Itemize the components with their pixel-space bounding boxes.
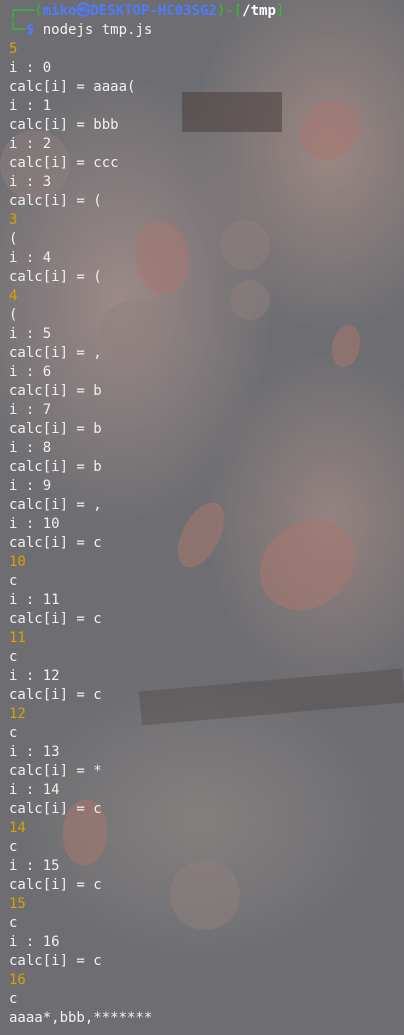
output-number-line: 3	[9, 212, 18, 228]
output-line: i : 6	[9, 364, 52, 380]
output-line: i : 4	[9, 250, 52, 266]
prompt-dollar-sign: $	[25, 22, 35, 38]
output-line: i : 2	[9, 136, 52, 152]
output-line: c	[9, 915, 18, 931]
terminal-window[interactable]: ┌──(miko㉿DESKTOP-HC03SG2)-[/tmp] └─$ nod…	[0, 0, 404, 1035]
output-line: c	[9, 573, 18, 589]
output-line: calc[i] = c	[9, 953, 102, 969]
output-line: (	[9, 307, 18, 323]
output-line: calc[i] = b	[9, 383, 102, 399]
output-line: (	[9, 231, 18, 247]
prompt-user-host: miko㉿DESKTOP-HC03SG2	[42, 3, 217, 19]
output-line: i : 5	[9, 326, 52, 342]
output-line: calc[i] = b	[9, 421, 102, 437]
prompt-bracket-close: ]	[275, 3, 285, 19]
output-line: i : 8	[9, 440, 52, 456]
output-line: calc[i] = c	[9, 611, 102, 627]
output-line: calc[i] = c	[9, 687, 102, 703]
output-line: calc[i] = ccc	[9, 155, 119, 171]
output-line: i : 15	[9, 858, 60, 874]
output-line: calc[i] = c	[9, 535, 102, 551]
output-line: c	[9, 839, 18, 855]
output-line: calc[i] = aaaa(	[9, 79, 136, 95]
prompt-command: nodejs tmp.js	[42, 22, 153, 38]
prompt-separator: )-[	[216, 3, 243, 19]
output-line: i : 1	[9, 98, 52, 114]
prompt-corner-top: ┌──(	[9, 3, 43, 19]
output-line: calc[i] = ,	[9, 497, 102, 513]
output-number-line: 15	[9, 896, 26, 912]
output-number-line: 14	[9, 820, 26, 836]
output-line: calc[i] = (	[9, 269, 102, 285]
prompt-header-line: ┌──(miko㉿DESKTOP-HC03SG2)-[/tmp]	[9, 2, 404, 21]
output-line: i : 13	[9, 744, 60, 760]
output-number-line: 5	[9, 41, 18, 57]
output-line: calc[i] = b	[9, 459, 102, 475]
output-number-line: 11	[9, 630, 26, 646]
output-line: i : 10	[9, 516, 60, 532]
output-line: i : 3	[9, 174, 52, 190]
output-line: i : 9	[9, 478, 52, 494]
output-number-line: 4	[9, 288, 18, 304]
prompt-corner-bottom: └─	[9, 22, 26, 38]
output-line: calc[i] = bbb	[9, 117, 119, 133]
terminal-output: 5 i : 0 calc[i] = aaaa( i : 1 calc[i] = bbb i…	[9, 40, 404, 1028]
output-line: c	[9, 991, 18, 1007]
output-number-line: 16	[9, 972, 26, 988]
prompt-command-line: └─$ nodejs tmp.js	[9, 21, 404, 40]
output-number-line: 10	[9, 554, 26, 570]
output-line: c	[9, 649, 18, 665]
output-line: i : 16	[9, 934, 60, 950]
output-line: i : 12	[9, 668, 60, 684]
output-line: i : 14	[9, 782, 60, 798]
output-line: c	[9, 725, 18, 741]
output-line: aaaa*,bbb,*******	[9, 1010, 153, 1026]
output-line: i : 11	[9, 592, 60, 608]
output-line: calc[i] = (	[9, 193, 102, 209]
output-number-line: 12	[9, 706, 26, 722]
prompt-path: /tmp	[242, 3, 276, 19]
output-line: calc[i] = c	[9, 877, 102, 893]
output-line: i : 7	[9, 402, 52, 418]
output-line: calc[i] = *	[9, 763, 102, 779]
output-line: i : 0	[9, 60, 52, 76]
output-line: calc[i] = c	[9, 801, 102, 817]
output-line: calc[i] = ,	[9, 345, 102, 361]
